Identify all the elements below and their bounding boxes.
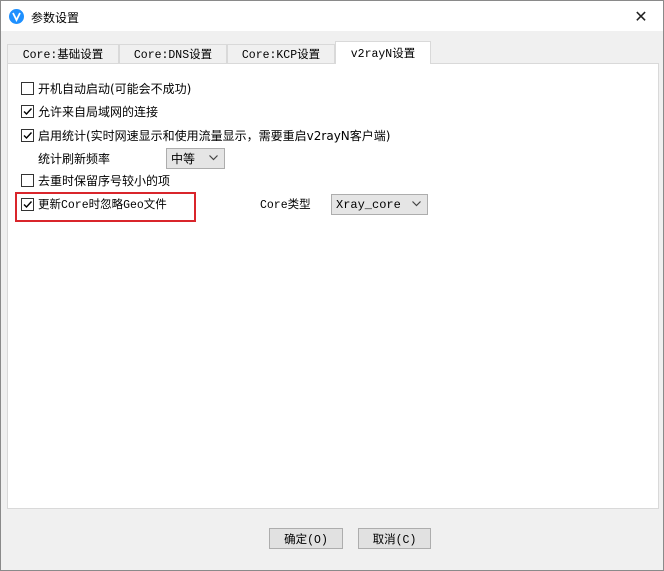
stats-frequency-label: 统计刷新频率 bbox=[38, 151, 111, 166]
dedupe-checkbox[interactable] bbox=[21, 173, 34, 187]
dedupe-option[interactable]: 去重时保留序号较小的项 bbox=[21, 171, 170, 189]
stats-frequency-row: 统计刷新频率 bbox=[38, 149, 110, 167]
autostart-label: 开机自动启动(可能会不成功) bbox=[38, 81, 192, 96]
ok-button[interactable]: 确定(O) bbox=[269, 528, 343, 549]
check-icon bbox=[23, 107, 33, 115]
stats-frequency-select[interactable]: 中等 bbox=[166, 148, 225, 169]
enable-stats-label: 启用统计(实时网速显示和使用流量显示，需要重启v2rayN客户端) bbox=[38, 128, 391, 143]
tab-core-dns[interactable]: Core:DNS设置 bbox=[119, 44, 227, 63]
dedupe-label: 去重时保留序号较小的项 bbox=[38, 173, 171, 188]
autostart-option[interactable]: 开机自动启动(可能会不成功) bbox=[21, 79, 191, 97]
core-type-value: Xray_core bbox=[336, 197, 401, 212]
enable-stats-option[interactable]: 启用统计(实时网速显示和使用流量显示，需要重启v2rayN客户端) bbox=[21, 126, 390, 144]
allow-lan-checkbox[interactable] bbox=[21, 104, 34, 118]
chevron-down-icon bbox=[209, 155, 218, 161]
v2rayn-logo-icon bbox=[9, 9, 24, 24]
allow-lan-label: 允许来自局域网的连接 bbox=[38, 104, 159, 119]
core-type-row: Core类型 bbox=[260, 195, 311, 213]
settings-panel: 开机自动启动(可能会不成功) 允许来自局域网的连接 启用统计(实时网速显示和使用… bbox=[7, 63, 659, 509]
stats-frequency-value: 中等 bbox=[171, 152, 196, 166]
check-icon bbox=[23, 131, 33, 139]
close-button[interactable]: ✕ bbox=[619, 1, 663, 31]
tab-v2rayn-settings[interactable]: v2rayN设置 bbox=[335, 41, 431, 64]
close-icon: ✕ bbox=[634, 6, 648, 26]
cancel-button[interactable]: 取消(C) bbox=[358, 528, 431, 549]
core-type-select[interactable]: Xray_core bbox=[331, 194, 428, 215]
tab-bar: Core:基础设置 Core:DNS设置 Core:KCP设置 v2rayN设置 bbox=[7, 41, 659, 64]
chevron-down-icon bbox=[412, 201, 421, 207]
settings-window: 参数设置 ✕ Core:基础设置 Core:DNS设置 Core:KCP设置 v… bbox=[0, 0, 664, 571]
tab-core-basic[interactable]: Core:基础设置 bbox=[7, 44, 119, 63]
enable-stats-checkbox[interactable] bbox=[21, 128, 34, 142]
autostart-checkbox[interactable] bbox=[21, 81, 34, 95]
highlight-box bbox=[15, 192, 196, 222]
allow-lan-option[interactable]: 允许来自局域网的连接 bbox=[21, 102, 158, 120]
tab-core-kcp[interactable]: Core:KCP设置 bbox=[227, 44, 335, 63]
core-type-label: Core类型 bbox=[260, 199, 311, 212]
title-bar: 参数设置 ✕ bbox=[1, 1, 663, 31]
window-title: 参数设置 bbox=[31, 11, 80, 25]
